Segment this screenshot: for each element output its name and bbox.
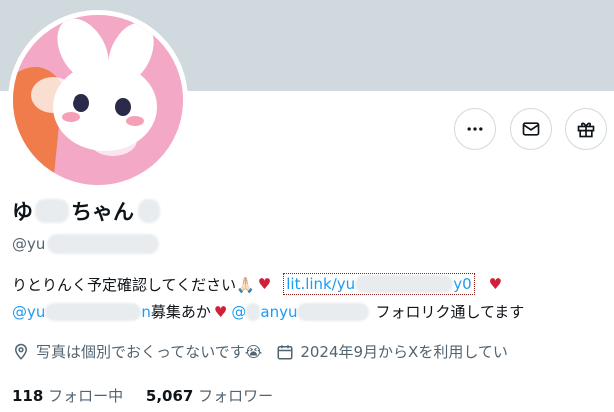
display-name-mid: ちゃん <box>71 200 134 224</box>
redacted-blur <box>355 275 454 293</box>
bio-link-suffix[interactable]: y0 <box>453 275 471 293</box>
handle-prefix: @yu <box>12 235 46 253</box>
calendar-icon <box>277 344 293 359</box>
mention-link-2[interactable]: @ <box>231 303 246 321</box>
bio-text: 募集あか <box>150 303 211 321</box>
redacted-blur <box>45 302 142 321</box>
avatar-frame <box>8 10 188 190</box>
heart-icon: ♥ <box>257 275 272 293</box>
followers-label[interactable]: フォロワー <box>198 387 273 405</box>
heart-icon: ♥ <box>488 275 503 293</box>
redacted-blur <box>35 199 69 223</box>
location-pin-icon <box>14 343 28 360</box>
location-text: 写真は個別でおくってないです😭 <box>36 343 263 361</box>
redacted-blur <box>47 234 160 254</box>
mention-link-2-mid[interactable]: anyu <box>260 303 297 321</box>
message-button[interactable] <box>510 108 552 150</box>
gift-icon <box>577 122 595 138</box>
bio-link-text[interactable]: lit.link/yu <box>286 275 355 293</box>
avatar[interactable] <box>13 15 183 185</box>
bio-link[interactable]: lit.link/yu y0 <box>283 273 475 295</box>
envelope-icon <box>522 122 540 136</box>
following-link[interactable]: 118 フォロー中 <box>12 387 128 405</box>
more-icon <box>467 127 483 131</box>
bio-line-1: りとりんく予定確認してください🙏🏻 ♥ lit.link/yu y0 ♥ <box>12 273 502 295</box>
handle: @yu <box>12 234 160 254</box>
redacted-blur <box>138 199 160 223</box>
following-label[interactable]: フォロー中 <box>48 387 123 405</box>
bio-text-tail: フォロリク通してます <box>375 303 525 321</box>
profile-meta: 写真は個別でおくってないです😭 2024年9月からXを利用してい <box>12 341 508 362</box>
gift-button[interactable] <box>565 108 607 150</box>
following-count[interactable]: 118 <box>12 387 43 405</box>
follow-stats: 118 フォロー中 5,067 フォロワー <box>12 385 273 406</box>
bio-text: りとりんく予定確認してください🙏🏻 <box>12 275 255 294</box>
display-name: ゆ ちゃん <box>12 196 160 226</box>
redacted-blur <box>246 302 261 321</box>
mention-link[interactable]: @yu <box>12 303 45 321</box>
joined-date: 2024年9月からXを利用してい <box>300 343 508 361</box>
mention-link-tail[interactable]: n <box>141 303 151 321</box>
display-name-start: ゆ <box>12 200 33 224</box>
more-button[interactable] <box>454 108 496 150</box>
bio-line-2: @yu n 募集あか ♥ @ anyu フォロリク通してます <box>12 301 524 322</box>
redacted-blur <box>297 302 370 321</box>
followers-link[interactable]: 5,067 フォロワー <box>146 387 273 405</box>
followers-count[interactable]: 5,067 <box>146 387 193 405</box>
heart-icon: ♥ <box>213 302 228 321</box>
